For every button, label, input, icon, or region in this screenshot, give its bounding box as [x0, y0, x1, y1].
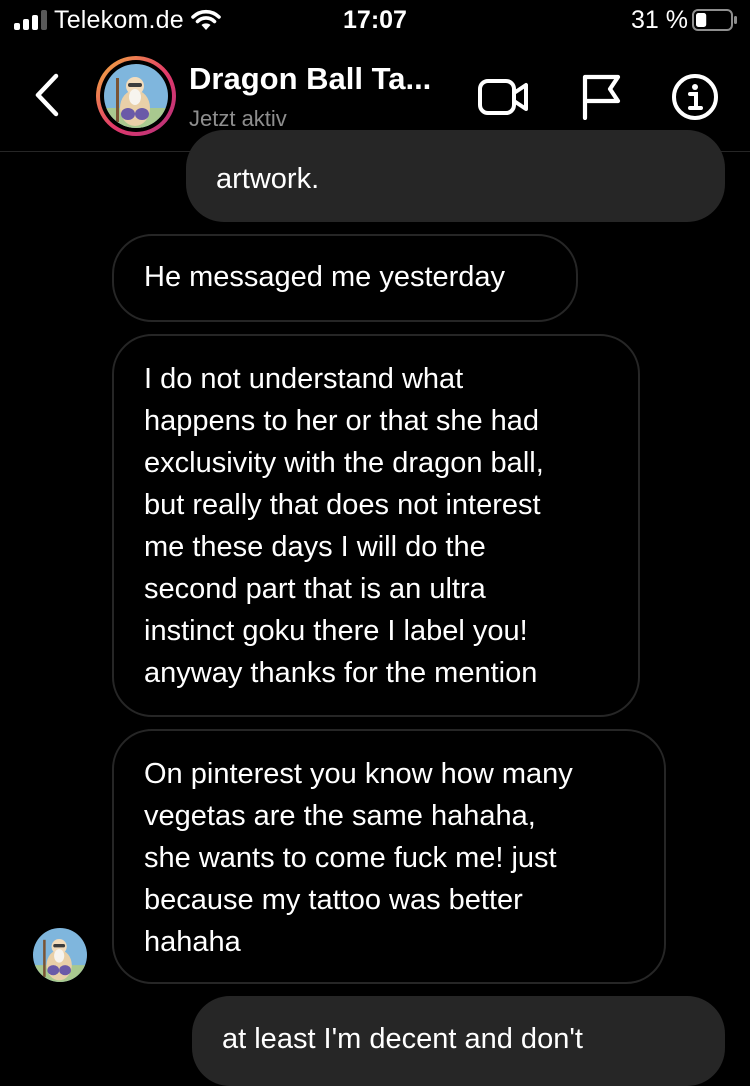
active-status: Jetzt aktiv: [189, 106, 287, 131]
message-text: On pinterest you know how many: [144, 758, 573, 790]
message-text: anyway thanks for the mention: [144, 657, 538, 689]
info-icon[interactable]: [671, 73, 719, 121]
message-bubble-received[interactable]: He messaged me yesterday: [112, 234, 578, 322]
message-text: at least I'm decent and don't: [222, 1023, 583, 1055]
message-text: exclusivity with the dragon ball,: [144, 447, 544, 479]
message-bubble-received[interactable]: On pinterest you know how many vegetas a…: [112, 729, 666, 984]
message-bubble-sent[interactable]: artwork.: [186, 130, 725, 222]
avatar-image: [104, 64, 168, 128]
message-bubble-received[interactable]: I do not understand what happens to her …: [112, 334, 640, 717]
flag-icon[interactable]: [580, 74, 624, 120]
sender-avatar[interactable]: [33, 928, 87, 982]
video-camera-icon[interactable]: [478, 78, 530, 116]
message-text: happens to her or that she had: [144, 405, 540, 437]
message-text: she wants to come fuck me! just: [144, 842, 557, 874]
message-text: I do not understand what: [144, 363, 464, 395]
battery-percent: 31 %: [631, 6, 688, 34]
message-text: artwork.: [216, 163, 320, 195]
message-text: He messaged me yesterday: [144, 261, 506, 293]
avatar-image: [33, 928, 87, 982]
message-bubble-sent[interactable]: at least I'm decent and don't: [192, 996, 725, 1086]
status-bar: Telekom.de 17:07 31 %: [0, 0, 750, 40]
back-chevron-icon[interactable]: [30, 72, 66, 118]
message-text: vegetas are the same hahaha,: [144, 800, 536, 832]
battery-icon: [692, 9, 737, 31]
message-text: me these days I will do the: [144, 531, 486, 563]
message-text: hahaha: [144, 926, 241, 958]
message-text: instinct goku there I label you!: [144, 615, 528, 647]
message-text: because my tattoo was better: [144, 884, 523, 916]
profile-avatar[interactable]: [96, 56, 176, 136]
chat-title[interactable]: Dragon Ball Ta...: [189, 61, 431, 97]
message-text: second part that is an ultra: [144, 573, 486, 605]
message-text: but really that does not interest: [144, 489, 541, 521]
